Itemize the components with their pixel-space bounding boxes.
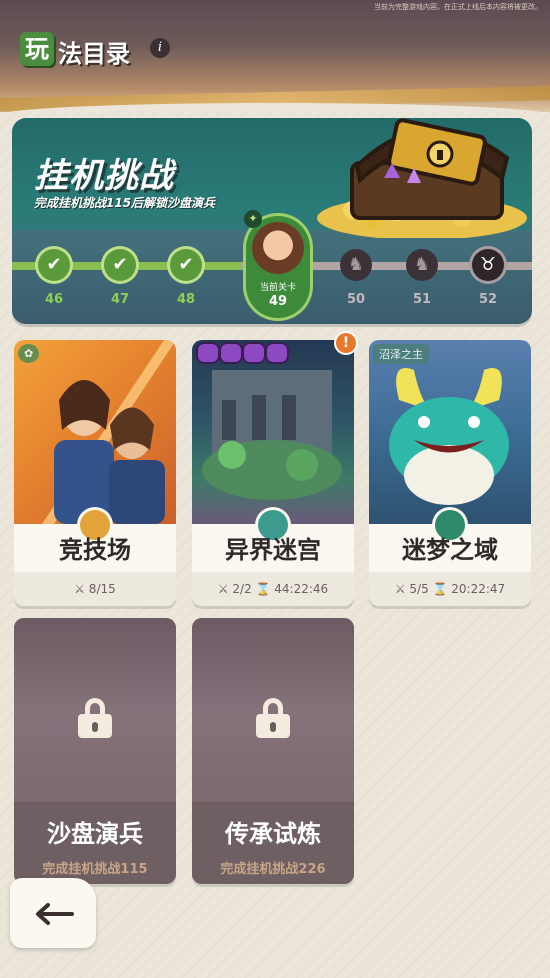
header-notice: 当前为完整游戏内容。在正式上线后本内容将被更改。 [374,3,542,11]
level-node-48[interactable]: ✔ [170,249,202,281]
level-node-52-boss[interactable]: ♉ [472,249,504,281]
boss-tag: 沼泽之主 [373,344,429,364]
idle-challenge-title: 挂机挑战 [34,156,174,196]
card-stats: ⚔ 5/5 ⌛ 20:22:47 [369,572,531,606]
buff-icons [198,344,287,362]
dream-realm-art [369,340,531,524]
card-title: 竞技场 [59,535,131,564]
info-icon[interactable]: i [150,38,170,58]
card-title: 异界迷宫 [225,535,321,564]
idle-challenge-panel[interactable]: 挂机挑战 完成挂机挑战115后解锁沙盘演兵 ✔ ✔ ✔ ♞ ♞ ♉ 46 47 … [12,118,532,324]
card-dream-realm[interactable]: 沼泽之主 迷梦之域 ⚔ 5/5 ⌛ 20:22:47 [369,340,531,606]
buff-icon [221,344,241,362]
card-stats: ⚔ 2/2 ⌛ 44:22:46 [192,572,354,606]
hero-avatar [252,222,304,274]
level-node-50[interactable]: ♞ [340,249,372,281]
lock-icon [256,698,290,738]
unlock-requirement: 完成挂机挑战115 [42,862,148,877]
card-sandbox-locked[interactable]: 沙盘演兵 完成挂机挑战115 [14,618,176,884]
current-level-number: 49 [268,294,288,309]
back-button[interactable] [10,878,96,948]
card-stats: ⚔ 8/15 [14,572,176,606]
buff-icon [198,344,218,362]
level-label-46: 46 [44,292,64,307]
level-label-48: 48 [176,292,196,307]
page-title-first-char: 玩 [20,32,54,66]
buff-icon [244,344,264,362]
level-node-46[interactable]: ✔ [38,249,70,281]
back-arrow-icon [36,903,74,925]
card-title: 迷梦之域 [402,535,498,564]
card-arena[interactable]: ✿ 竞技场 ⚔ 8/15 [14,340,176,606]
level-node-47[interactable]: ✔ [104,249,136,281]
level-label-47: 47 [110,292,130,307]
treasure-chest-icon [317,118,527,238]
card-legacy-trial-locked[interactable]: 传承试炼 完成挂机挑战226 [192,618,354,884]
level-node-51[interactable]: ♞ [406,249,438,281]
unlock-requirement: 完成挂机挑战226 [220,862,326,877]
current-level-marker[interactable]: ✦ 当前关卡 49 [244,210,310,318]
buff-icon [267,344,287,362]
page-title: 法目录 [58,40,130,68]
level-label-51: 51 [412,292,432,307]
badge-icon: ✦ [244,210,262,228]
card-title: 传承试炼 [225,819,321,848]
idle-challenge-subtitle: 完成挂机挑战115后解锁沙盘演兵 [34,196,216,210]
labyrinth-art [192,340,354,524]
current-level-label: 当前关卡 [259,283,296,293]
arena-art [14,340,176,524]
card-labyrinth[interactable]: 异界迷宫 ⚔ 2/2 ⌛ 44:22:46 [192,340,354,606]
alert-badge: ! [336,333,356,353]
card-title: 沙盘演兵 [47,819,143,848]
level-label-50: 50 [346,292,366,307]
lock-icon [78,698,112,738]
level-label-52: 52 [478,292,498,307]
arena-rank-icon: ✿ [18,344,40,363]
